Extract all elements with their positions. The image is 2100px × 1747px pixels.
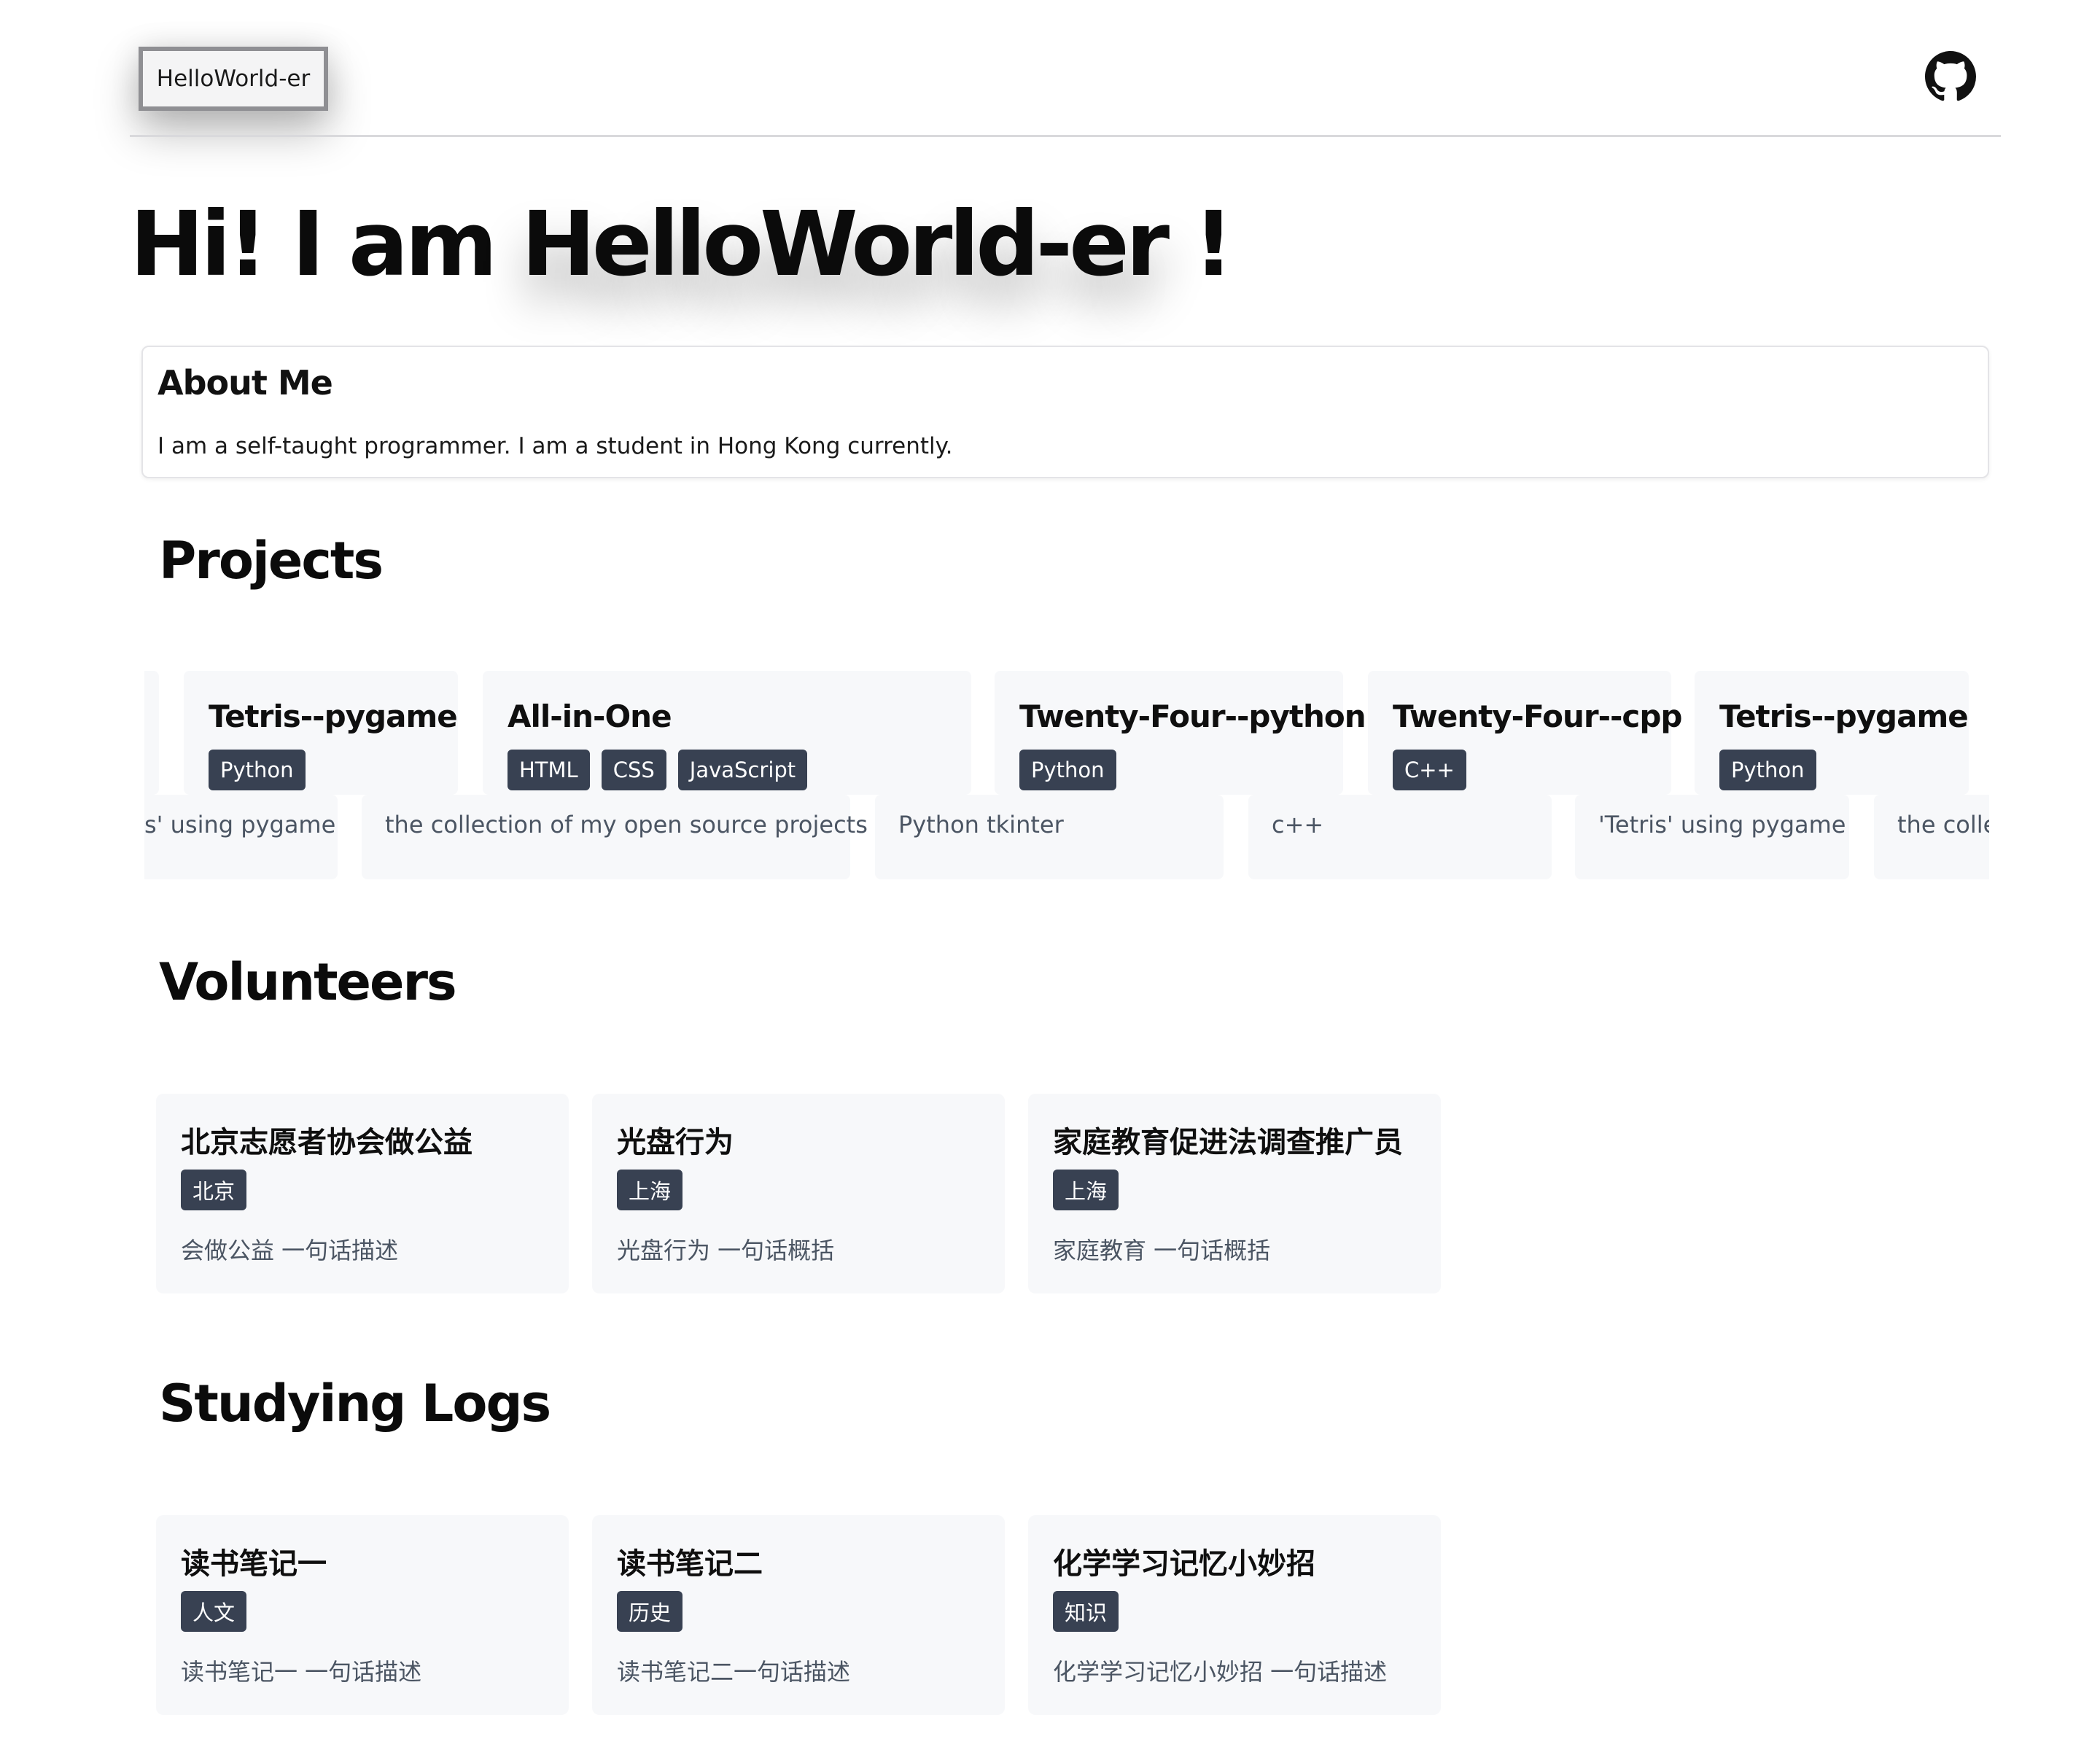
log-description: 化学学习记忆小妙招 一句话描述: [1053, 1658, 1388, 1686]
project-card-all-in-one[interactable]: All-in-One HTML CSS JavaScript: [483, 671, 971, 795]
tag-python[interactable]: Python: [1019, 750, 1116, 790]
project-tags: C++: [1393, 750, 1466, 790]
project-tags: HTML CSS JavaScript: [508, 750, 808, 790]
hero-heading: Hi! I am HelloWorld-er !: [130, 190, 1234, 299]
tag-python[interactable]: Python: [209, 750, 306, 790]
log-title: 读书笔记二: [617, 1547, 763, 1581]
tag-javascript[interactable]: JavaScript: [677, 750, 808, 790]
category-tag[interactable]: 知识: [1053, 1591, 1119, 1632]
volunteer-title: 北京志愿者协会做公益: [181, 1126, 472, 1159]
project-description: c++: [1272, 811, 1324, 839]
projects-carousel[interactable]: s' using pygame Tetris--pygame Python Al…: [144, 671, 1989, 879]
category-tag[interactable]: 历史: [617, 1591, 683, 1632]
location-tag[interactable]: 上海: [1053, 1170, 1119, 1210]
log-description: 读书笔记二一句话描述: [617, 1658, 851, 1686]
log-card[interactable]: 读书笔记二 历史 读书笔记二一句话描述: [592, 1515, 1005, 1715]
tag-cpp[interactable]: C++: [1393, 750, 1466, 790]
hero-prefix: Hi! I am: [130, 192, 521, 296]
project-description-card[interactable]: Python tkinter: [875, 795, 1224, 879]
project-title: Twenty-Four--cpp: [1393, 699, 1682, 734]
project-card-twenty-four-cpp[interactable]: Twenty-Four--cpp C++: [1368, 671, 1682, 795]
project-card-tetris-pygame[interactable]: Tetris--pygame Python: [184, 671, 458, 795]
log-card[interactable]: 化学学习记忆小妙招 知识 化学学习记忆小妙招 一句话描述: [1028, 1515, 1441, 1715]
volunteer-description: 光盘行为 一句话概括: [617, 1237, 835, 1264]
location-tag[interactable]: 北京: [181, 1170, 247, 1210]
project-description-card[interactable]: the colle: [1874, 795, 1989, 879]
github-icon[interactable]: [1925, 51, 1976, 102]
log-title: 化学学习记忆小妙招: [1053, 1547, 1315, 1581]
project-description: the collection of my open source project…: [385, 811, 868, 839]
project-title: All-in-One: [508, 699, 672, 734]
about-text: I am a self-taught programmer. I am a st…: [158, 433, 953, 459]
project-description: 'Tetris' using pygame: [1598, 811, 1846, 839]
tag-css[interactable]: CSS: [601, 750, 666, 790]
location-tag[interactable]: 上海: [617, 1170, 683, 1210]
log-description: 读书笔记一 一句话描述: [181, 1658, 422, 1686]
about-title: About Me: [158, 363, 333, 402]
category-tag[interactable]: 人文: [181, 1591, 247, 1632]
tag-python[interactable]: Python: [1719, 750, 1816, 790]
log-card[interactable]: 读书笔记一 人文 读书笔记一 一句话描述: [156, 1515, 569, 1715]
volunteer-title: 家庭教育促进法调查推广员: [1053, 1126, 1403, 1159]
volunteers-title: Volunteers: [159, 952, 457, 1012]
project-description: s' using pygame: [144, 811, 336, 839]
volunteer-card[interactable]: 家庭教育促进法调查推广员 上海 家庭教育 一句话概括: [1028, 1094, 1441, 1293]
project-tags: Python: [209, 750, 306, 790]
project-card-twenty-four-python[interactable]: Twenty-Four--python Python: [995, 671, 1366, 795]
project-title: Tetris--pygame: [1719, 699, 1969, 734]
project-description: the colle: [1897, 811, 1989, 839]
project-title: Tetris--pygame: [209, 699, 458, 734]
project-card-partial-top[interactable]: [144, 671, 159, 795]
about-card: About Me I am a self-taught programmer. …: [141, 346, 1989, 478]
tag-html[interactable]: HTML: [508, 750, 590, 790]
header-divider: [130, 135, 2001, 137]
volunteer-description: 会做公益 一句话描述: [181, 1237, 399, 1264]
logo-button[interactable]: HelloWorld-er: [139, 47, 328, 111]
project-description-card[interactable]: c++: [1248, 795, 1552, 879]
project-description: Python tkinter: [898, 811, 1064, 839]
project-card-partial-bottom[interactable]: s' using pygame: [144, 795, 338, 879]
log-title: 读书笔记一: [181, 1547, 327, 1581]
volunteer-card[interactable]: 光盘行为 上海 光盘行为 一句话概括: [592, 1094, 1005, 1293]
projects-title: Projects: [159, 531, 384, 591]
project-description-card[interactable]: 'Tetris' using pygame: [1575, 795, 1849, 879]
project-description-card[interactable]: the collection of my open source project…: [362, 795, 868, 879]
project-tags: Python: [1719, 750, 1816, 790]
volunteer-description: 家庭教育 一句话概括: [1053, 1237, 1271, 1264]
project-tags: Python: [1019, 750, 1116, 790]
hero-name: HelloWorld-er: [521, 192, 1170, 296]
hero-suffix: !: [1166, 192, 1234, 296]
volunteer-card[interactable]: 北京志愿者协会做公益 北京 会做公益 一句话描述: [156, 1094, 569, 1293]
studying-logs-title: Studying Logs: [159, 1374, 551, 1433]
volunteer-title: 光盘行为: [617, 1126, 734, 1159]
project-card-tetris-pygame-2[interactable]: Tetris--pygame Python: [1695, 671, 1969, 795]
project-title: Twenty-Four--python: [1019, 699, 1366, 734]
